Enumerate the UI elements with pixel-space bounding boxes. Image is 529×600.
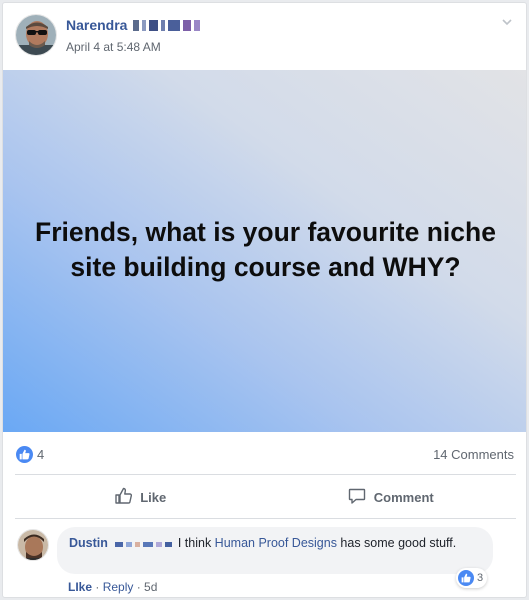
- comment-text-before: I think: [174, 536, 215, 550]
- post-header: Narendra April 4 at 5:48 AM: [3, 3, 526, 69]
- like-label: Like: [140, 489, 167, 505]
- post-actions: Like Comment: [15, 476, 516, 518]
- comment-link[interactable]: Human Proof Designs: [215, 536, 337, 550]
- redacted-surname: [115, 542, 173, 547]
- divider: [15, 518, 516, 519]
- commenter-name[interactable]: Dustin: [69, 536, 108, 550]
- meta-separator: ·: [92, 580, 103, 594]
- comment-reply-link[interactable]: Reply: [103, 580, 134, 594]
- post-timestamp[interactable]: April 4 at 5:48 AM: [66, 40, 161, 54]
- comments-count[interactable]: 14 Comments: [433, 447, 514, 462]
- comment-bubble: Dustin I think Human Proof Designs has s…: [57, 527, 493, 574]
- comment-reactions[interactable]: 3: [456, 568, 488, 588]
- like-reaction-icon: [458, 570, 474, 586]
- comment-label: Comment: [373, 489, 434, 505]
- comment-like-link[interactable]: LIke: [68, 580, 92, 594]
- like-button[interactable]: Like: [15, 476, 266, 518]
- like-reaction-icon[interactable]: [16, 446, 33, 463]
- redacted-surname: [133, 19, 201, 31]
- author-avatar[interactable]: [15, 14, 57, 56]
- chevron-down-icon[interactable]: [500, 15, 514, 29]
- banner-text: Friends, what is your favourite niche si…: [35, 216, 496, 282]
- commenter-avatar[interactable]: [17, 529, 49, 561]
- divider: [15, 474, 516, 475]
- post-banner: Friends, what is your favourite niche si…: [3, 70, 526, 432]
- reactions-count[interactable]: 4: [37, 447, 44, 462]
- comment-icon: [348, 487, 366, 508]
- comment-age[interactable]: 5d: [144, 580, 157, 594]
- thumbs-up-icon: [114, 487, 133, 508]
- comment-text-after: has some good stuff.: [336, 536, 457, 550]
- comment-meta: LIke · Reply · 5d: [68, 580, 157, 594]
- post-card: Narendra April 4 at 5:48 AM Friends, wha…: [2, 2, 527, 598]
- post-author[interactable]: Narendra: [66, 17, 201, 33]
- post-stats: 4 14 Comments: [3, 441, 526, 469]
- comment-reaction-count: 3: [477, 572, 484, 584]
- post-author-name[interactable]: Narendra: [66, 17, 127, 33]
- meta-separator: ·: [133, 580, 145, 594]
- comment-button[interactable]: Comment: [266, 476, 517, 518]
- comment: Dustin I think Human Proof Designs has s…: [15, 527, 516, 597]
